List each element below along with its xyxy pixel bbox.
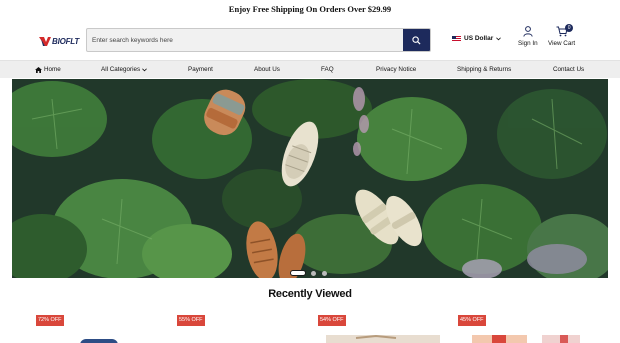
main-nav: Home All Categories Payment About Us FAQ… — [0, 60, 620, 78]
product-card[interactable]: 55% OFF — [177, 315, 299, 343]
nav-item-payment[interactable]: Payment — [188, 61, 213, 79]
logo-mark-icon — [39, 36, 51, 46]
hero-image — [12, 79, 608, 278]
carousel-dot[interactable] — [311, 270, 316, 276]
currency-selector[interactable]: US Dollar — [452, 35, 502, 42]
nav-item-faq[interactable]: FAQ — [321, 61, 334, 79]
product-card[interactable]: 54% OFF — [318, 315, 440, 343]
nav-label-all-categories: All Categories — [101, 66, 141, 73]
nav-item-contact-us[interactable]: Contact Us — [553, 61, 584, 79]
chevron-down-icon — [142, 68, 148, 72]
nav-item-shipping-returns[interactable]: Shipping & Returns — [457, 61, 511, 79]
carousel-dot-active[interactable] — [290, 270, 306, 276]
nav-item-about-us[interactable]: About Us — [254, 61, 280, 79]
cart-count-badge: 0 — [565, 24, 574, 32]
search-bar — [86, 28, 431, 52]
currency-label: US Dollar — [464, 35, 494, 42]
view-cart-label: View Cart — [548, 40, 576, 47]
search-input[interactable] — [87, 29, 403, 51]
sign-in-button[interactable]: Sign In — [518, 26, 538, 47]
discount-badge: 72% OFF — [36, 315, 64, 326]
promo-banner: Enjoy Free Shipping On Orders Over $29.9… — [228, 4, 392, 14]
site-header: BIOFLT US Dollar Sign In — [0, 24, 620, 56]
nav-item-all-categories[interactable]: All Categories — [101, 61, 149, 79]
nav-item-home[interactable]: Home — [35, 61, 61, 79]
carousel-dots — [290, 270, 333, 276]
carousel-dot[interactable] — [322, 270, 327, 276]
hero-banner[interactable] — [12, 79, 608, 278]
search-button[interactable] — [403, 29, 430, 51]
product-image — [326, 334, 440, 343]
nav-item-privacy-notice[interactable]: Privacy Notice — [376, 61, 416, 79]
product-card[interactable]: 72% OFF — [36, 315, 158, 343]
view-cart-button[interactable]: View Cart 0 — [548, 24, 576, 47]
home-icon — [35, 67, 42, 73]
product-image — [80, 339, 118, 343]
discount-badge: 55% OFF — [177, 315, 205, 326]
recently-viewed-title: Recently Viewed — [268, 288, 352, 300]
logo[interactable]: BIOFLT — [39, 34, 79, 48]
sign-in-label: Sign In — [518, 40, 538, 47]
product-image — [472, 335, 580, 343]
search-icon — [412, 35, 421, 45]
discount-badge: 54% OFF — [318, 315, 346, 326]
us-flag-icon — [452, 35, 461, 42]
user-icon — [523, 26, 533, 37]
product-card[interactable]: 45% OFF — [458, 315, 580, 343]
logo-text: BIOFLT — [52, 36, 80, 46]
nav-label-home: Home — [44, 66, 61, 73]
discount-badge: 45% OFF — [458, 315, 486, 326]
chevron-down-icon — [496, 36, 502, 40]
